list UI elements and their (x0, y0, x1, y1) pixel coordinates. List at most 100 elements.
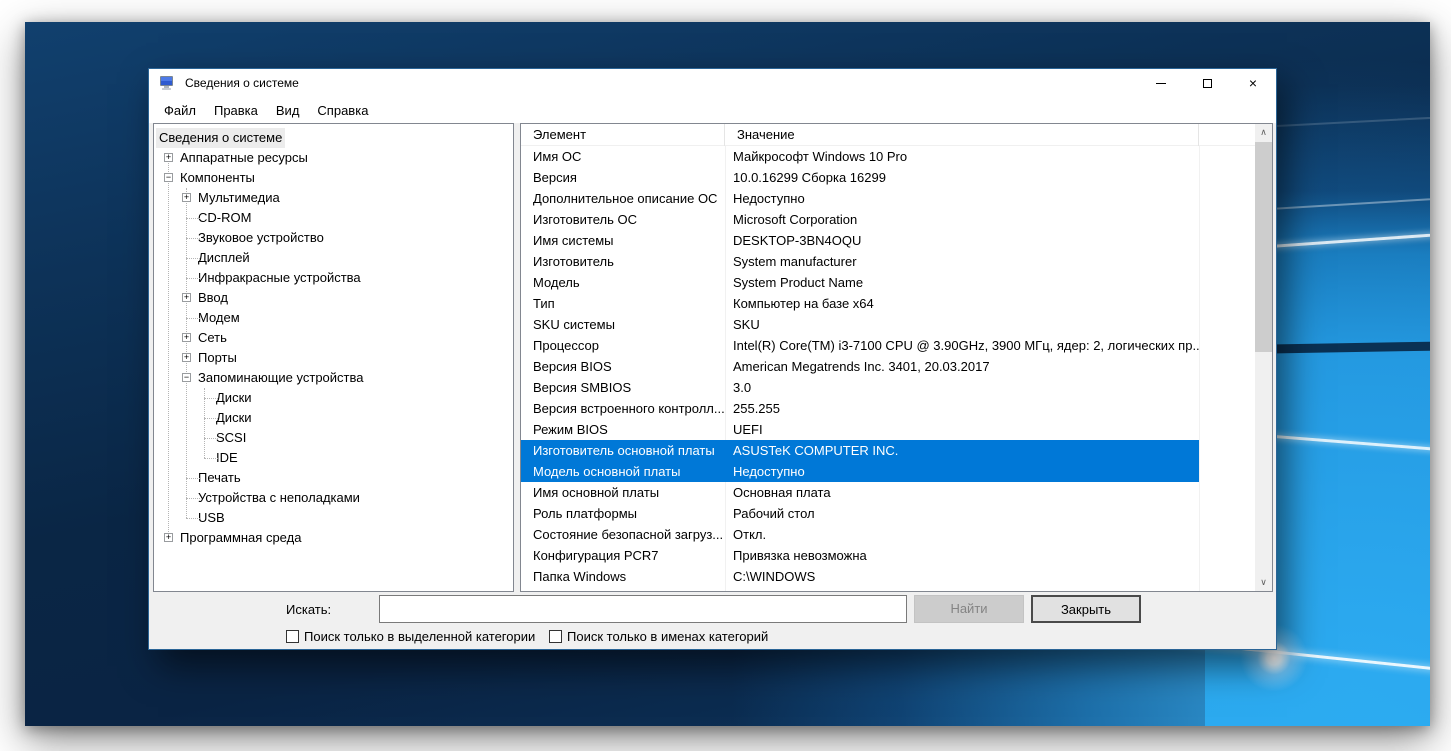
table-row[interactable]: МодельSystem Product Name (521, 272, 1255, 293)
titlebar[interactable]: Сведения о системе × (149, 69, 1276, 97)
column-header-item[interactable]: Элемент (521, 124, 725, 146)
table-row[interactable]: SKU системыSKU (521, 314, 1255, 335)
table-row[interactable]: Версия встроенного контролл...255.255 (521, 398, 1255, 419)
tree-item[interactable]: −Компоненты (154, 168, 513, 188)
tree-item-label: Дисплей (195, 248, 253, 268)
system-information-window: Сведения о системе × ФайлПравкаВидСправк… (148, 68, 1277, 650)
checkbox-label: Поиск только в выделенной категории (304, 629, 535, 644)
table-row[interactable]: ПроцессорIntel(R) Core(TM) i3-7100 CPU @… (521, 335, 1255, 356)
menu-item[interactable]: Файл (155, 99, 205, 122)
tree-item[interactable]: −Запоминающие устройства (154, 368, 513, 388)
vertical-scrollbar[interactable]: ∧ ∨ (1255, 124, 1272, 591)
minimize-icon[interactable] (1138, 69, 1184, 97)
tree-connector-line (186, 318, 200, 319)
tree-item-label: Печать (195, 468, 244, 488)
tree-item[interactable]: + Мультимедиа (154, 188, 513, 208)
table-row[interactable]: Версия BIOSAmerican Megatrends Inc. 3401… (521, 356, 1255, 377)
menu-item[interactable]: Правка (205, 99, 267, 122)
tree-collapse-minus-icon[interactable]: − (164, 173, 173, 182)
table-row[interactable]: Изготовитель основной платыASUSTeK COMPU… (521, 440, 1255, 461)
tree-expand-plus-icon[interactable]: + (182, 353, 191, 362)
menu-item[interactable]: Вид (267, 99, 309, 122)
column-header-value[interactable]: Значение (725, 124, 1199, 146)
checkbox-category-names[interactable]: Поиск только в именах категорий (549, 629, 768, 644)
table-row[interactable]: Конфигурация PCR7Привязка невозможна (521, 545, 1255, 566)
table-row[interactable]: Имя системыDESKTOP-3BN4OQU (521, 230, 1255, 251)
tree-item[interactable]: Сведения о системе (154, 128, 513, 148)
table-row[interactable]: Режим BIOSUEFI (521, 419, 1255, 440)
tree-item[interactable]: +Аппаратные ресурсы (154, 148, 513, 168)
search-input[interactable] (379, 595, 907, 623)
desktop-wallpaper: Сведения о системе × ФайлПравкаВидСправк… (25, 22, 1430, 726)
tree-connector-line (186, 218, 200, 219)
row-value-cell: Microsoft Corporation (725, 209, 1199, 230)
tree-item-label: Мультимедиа (195, 188, 283, 208)
table-row[interactable]: Папка WindowsC:\WINDOWS (521, 566, 1255, 587)
tree-item[interactable]: Диски (154, 388, 513, 408)
tree-expand-plus-icon[interactable]: + (182, 293, 191, 302)
details-list-panel: Элемент Значение Имя ОСМайкрософт Window… (520, 123, 1273, 592)
table-row[interactable]: Роль платформыРабочий стол (521, 503, 1255, 524)
table-row[interactable]: ИзготовительSystem manufacturer (521, 251, 1255, 272)
tree-item[interactable]: Модем (154, 308, 513, 328)
table-row[interactable]: Изготовитель ОСMicrosoft Corporation (521, 209, 1255, 230)
row-item-cell: Версия (521, 167, 725, 188)
tree-expand-plus-icon[interactable]: + (164, 533, 173, 542)
table-row[interactable]: ТипКомпьютер на базе x64 (521, 293, 1255, 314)
table-row[interactable]: Имя основной платыОсновная плата (521, 482, 1255, 503)
tree-item[interactable]: Диски (154, 408, 513, 428)
tree-item[interactable]: Печать (154, 468, 513, 488)
tree-item[interactable]: CD-ROM (154, 208, 513, 228)
menu-item[interactable]: Справка (308, 99, 377, 122)
close-icon[interactable]: × (1230, 69, 1276, 97)
tree-item-label: Порты (195, 348, 240, 368)
table-row[interactable]: Состояние безопасной загруз...Откл. (521, 524, 1255, 545)
tree-item-label: Компоненты (177, 168, 258, 188)
table-row[interactable]: Версия10.0.16299 Сборка 16299 (521, 167, 1255, 188)
tree-expand-plus-icon[interactable]: + (164, 153, 173, 162)
tree-item[interactable]: Звуковое устройство (154, 228, 513, 248)
checkbox-icon[interactable] (286, 630, 299, 643)
row-item-cell: Имя ОС (521, 146, 725, 167)
window-title: Сведения о системе (185, 76, 299, 90)
table-row[interactable]: Версия SMBIOS3.0 (521, 377, 1255, 398)
tree-item[interactable]: IDE (154, 448, 513, 468)
row-item-cell: Процессор (521, 335, 725, 356)
tree-item[interactable]: Дисплей (154, 248, 513, 268)
tree-item[interactable]: SCSI (154, 428, 513, 448)
scroll-up-arrow-icon[interactable]: ∧ (1255, 124, 1272, 141)
tree-connector-line (186, 478, 200, 479)
table-row[interactable]: Модель основной платыНедоступно (521, 461, 1255, 482)
tree-collapse-minus-icon[interactable]: − (182, 373, 191, 382)
tree-expand-plus-icon[interactable]: + (182, 193, 191, 202)
tree-item[interactable]: USB (154, 508, 513, 528)
row-item-cell: Версия встроенного контролл... (521, 398, 725, 419)
tree-item[interactable]: Устройства с неполадками (154, 488, 513, 508)
scroll-down-arrow-icon[interactable]: ∨ (1255, 574, 1272, 591)
checkbox-icon[interactable] (549, 630, 562, 643)
row-item-cell: Папка Windows (521, 566, 725, 587)
tree-item[interactable]: +Программная среда (154, 528, 513, 548)
tree-item-label: SCSI (213, 428, 249, 448)
tree-item[interactable]: +Сеть (154, 328, 513, 348)
table-row[interactable]: Дополнительное описание ОСНедоступно (521, 188, 1255, 209)
category-tree: Сведения о системе+Аппаратные ресурсы−Ко… (154, 124, 513, 591)
tree-item[interactable]: + Порты (154, 348, 513, 368)
row-value-cell: Основная плата (725, 482, 1199, 503)
tree-expand-plus-icon[interactable]: + (182, 333, 191, 342)
tree-item[interactable]: + Ввод (154, 288, 513, 308)
tree-item[interactable]: Инфракрасные устройства (154, 268, 513, 288)
tree-item-label: Ввод (195, 288, 231, 308)
row-value-cell: SKU (725, 314, 1199, 335)
row-value-cell: Intel(R) Core(TM) i3-7100 CPU @ 3.90GHz,… (725, 335, 1199, 356)
tree-connector-line (186, 278, 200, 279)
table-row[interactable]: Имя ОСМайкрософт Windows 10 Pro (521, 146, 1255, 167)
maximize-icon[interactable] (1184, 69, 1230, 97)
close-button[interactable]: Закрыть (1031, 595, 1141, 623)
system-info-app-icon (159, 75, 175, 91)
checkbox-selected-category[interactable]: Поиск только в выделенной категории (286, 629, 535, 644)
tree-item-label: Запоминающие устройства (195, 368, 366, 388)
row-item-cell: Тип (521, 293, 725, 314)
scrollbar-thumb[interactable] (1255, 142, 1272, 352)
find-button[interactable]: Найти (914, 595, 1024, 623)
